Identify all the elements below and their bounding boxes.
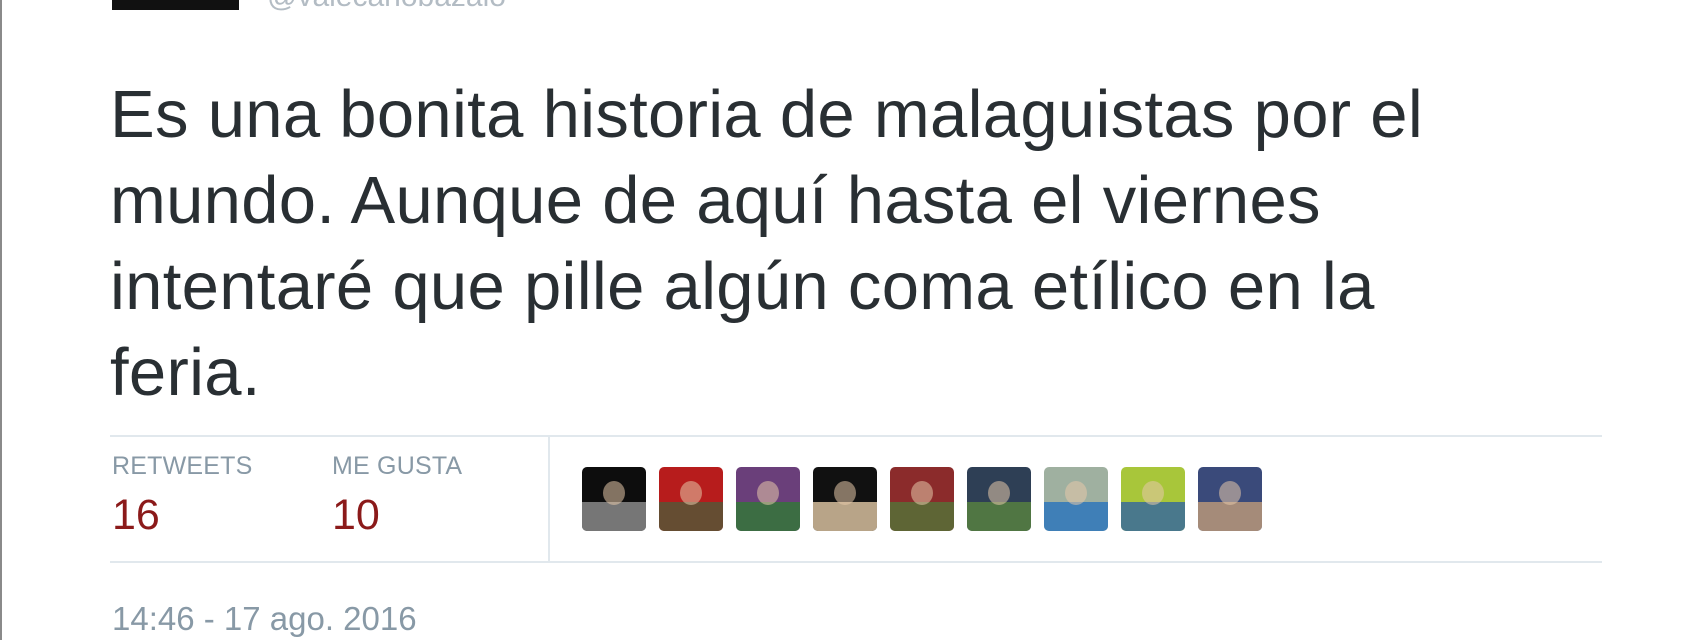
- likes-stat[interactable]: ME GUSTA 10: [332, 452, 462, 540]
- avatar-detail: [1121, 502, 1185, 531]
- liker-8-avatar[interactable]: [1121, 467, 1185, 531]
- liker-6-avatar[interactable]: [967, 467, 1031, 531]
- tweet-line: feria.: [110, 335, 261, 410]
- likes-count: 10: [332, 491, 380, 539]
- liker-3-avatar[interactable]: [736, 467, 800, 531]
- liker-1-avatar[interactable]: [582, 467, 646, 531]
- avatar-detail: [736, 502, 800, 531]
- avatar-face: [680, 481, 702, 505]
- likes-label: ME GUSTA: [332, 452, 463, 480]
- tweet-card: @valecanobazalo Es una bonita historia d…: [0, 0, 1706, 640]
- avatar-detail: [890, 502, 954, 531]
- tweet-line: mundo. Aunque de aquí hasta el viernes: [110, 163, 1321, 238]
- avatar-face: [988, 481, 1010, 505]
- avatar-detail: [1044, 502, 1108, 531]
- retweets-count: 16: [112, 491, 160, 539]
- liker-4-avatar[interactable]: [813, 467, 877, 531]
- avatar-face: [603, 481, 625, 505]
- avatar-face: [911, 481, 933, 505]
- liker-avatars: [582, 467, 1262, 531]
- tweet-line: intentaré que pille algún coma etílico e…: [110, 249, 1375, 324]
- avatar-detail: [1198, 502, 1262, 531]
- retweets-stat[interactable]: RETWEETS 16: [112, 452, 253, 540]
- avatar-detail: [659, 502, 723, 531]
- tweet-text: Es una bonita historia de malaguistas po…: [110, 72, 1590, 416]
- liker-7-avatar[interactable]: [1044, 467, 1108, 531]
- avatar-detail: [967, 502, 1031, 531]
- avatar-face: [1219, 481, 1241, 505]
- author-handle[interactable]: @valecanobazalo: [267, 0, 506, 14]
- author-avatar[interactable]: [112, 0, 239, 10]
- liker-9-avatar[interactable]: [1198, 467, 1262, 531]
- liker-5-avatar[interactable]: [890, 467, 954, 531]
- avatar-detail: [582, 502, 646, 531]
- avatar-face: [1065, 481, 1087, 505]
- stats-separator: [548, 437, 550, 561]
- avatar-detail: [813, 502, 877, 531]
- avatar-face: [834, 481, 856, 505]
- liker-2-avatar[interactable]: [659, 467, 723, 531]
- tweet-line: Es una bonita historia de malaguistas po…: [110, 77, 1424, 152]
- tweet-timestamp[interactable]: 14:46 - 17 ago. 2016: [112, 600, 417, 638]
- stats-divider-bottom: [110, 561, 1602, 563]
- retweets-label: RETWEETS: [112, 452, 253, 480]
- stats-divider-top: [110, 435, 1602, 437]
- avatar-face: [757, 481, 779, 505]
- avatar-face: [1142, 481, 1164, 505]
